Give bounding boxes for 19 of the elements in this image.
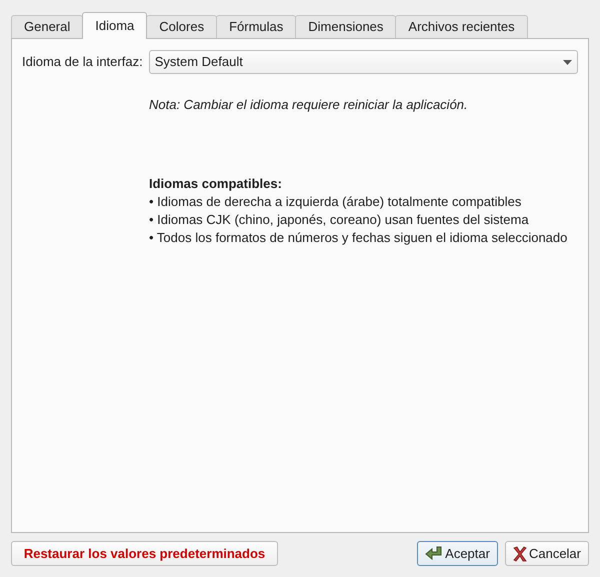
accept-button[interactable]: Aceptar: [417, 541, 498, 566]
tab[interactable]: Dimensiones: [295, 15, 396, 39]
cancel-button[interactable]: Cancelar: [504, 541, 589, 566]
info-line: • Idiomas de derecha a izquierda (árabe) totalmente compatibles: [149, 193, 522, 211]
tab[interactable]: Archivos recientes: [395, 15, 528, 39]
info-line: • Todos los formatos de números y fechas siguen el idioma seleccionado: [149, 229, 568, 247]
info-heading: Idiomas compatibles:: [149, 174, 283, 193]
field-label: Idioma de la interfaz:: [22, 53, 143, 72]
return-arrow-icon: [425, 546, 444, 562]
tab[interactable]: Fórmulas: [216, 15, 296, 39]
tab[interactable]: General: [11, 15, 84, 39]
dropdown-arrow-icon: [563, 60, 572, 64]
cross-icon: [512, 546, 527, 562]
tab[interactable]: Colores: [146, 15, 218, 39]
info-line: • Idiomas CJK (chino, japonés, coreano) usan fuentes del sistema: [149, 211, 530, 229]
language-dropdown[interactable]: System Default: [148, 50, 578, 74]
tab[interactable]: Idioma: [82, 12, 148, 39]
note-text: Nota: Cambiar el idioma requiere reiniciar la aplicación.: [149, 96, 469, 114]
reset-defaults-button[interactable]: Restaurar los valores predeterminados: [11, 541, 278, 566]
